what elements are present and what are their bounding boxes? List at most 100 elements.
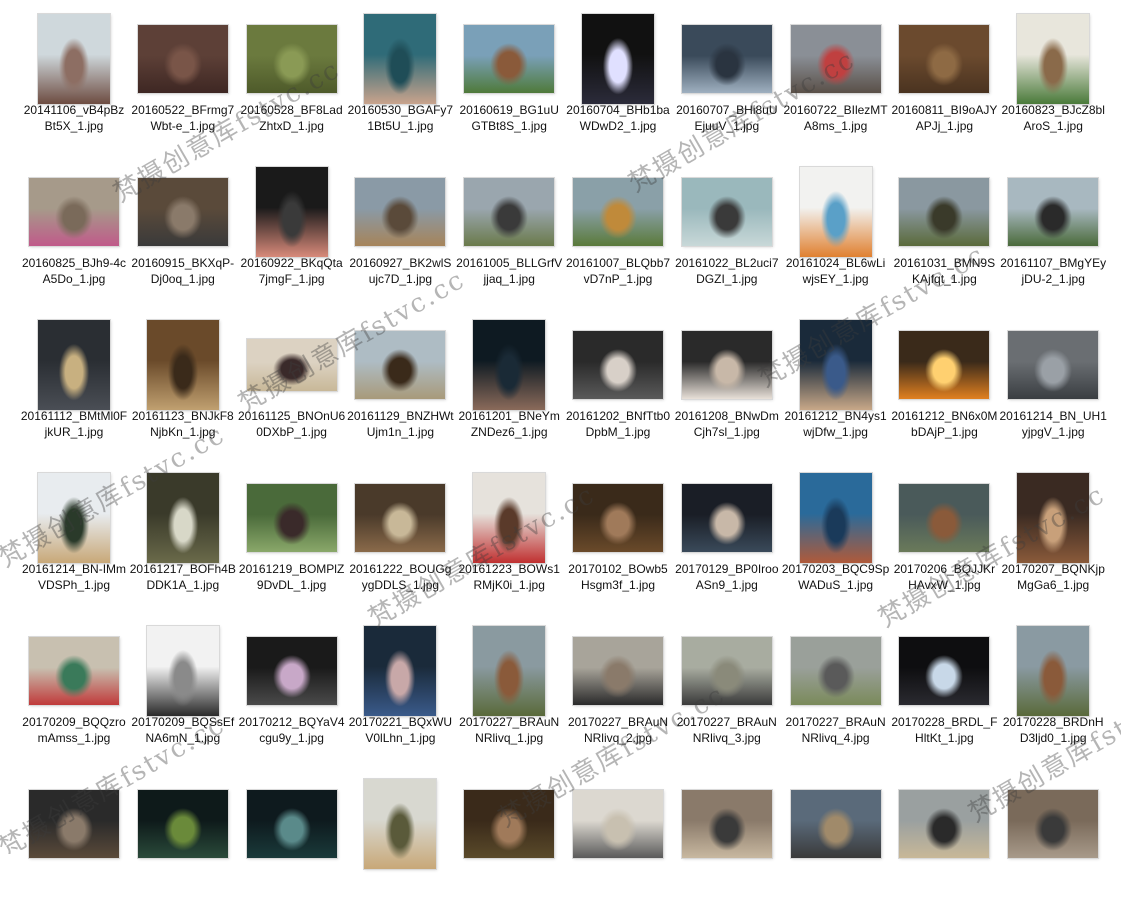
file-tile[interactable]: 20170228_BRDL_FHltKt_1.jpg	[890, 616, 998, 766]
file-tile[interactable]: 20170203_BQC9SpWADuS_1.jpg	[782, 463, 890, 613]
file-name-label[interactable]: 20170209_BQQzromAmss_1.jpg	[20, 714, 128, 746]
file-name-label[interactable]: 20170206_BQJJKrHAvxW_1.jpg	[890, 561, 998, 593]
file-tile[interactable]: 20161125_BNOnU60DXbP_1.jpg	[238, 310, 346, 460]
file-name-label[interactable]: 20160811_BI9oAJYAPJj_1.jpg	[890, 102, 998, 134]
image-thumbnail[interactable]	[146, 320, 219, 410]
file-tile[interactable]: 20161007_BLQbb7vD7nP_1.jpg	[564, 157, 672, 307]
image-thumbnail[interactable]	[790, 637, 881, 705]
file-name-label[interactable]: 20161217_BOFh4BDDK1A_1.jpg	[129, 561, 237, 593]
file-tile[interactable]: 20161214_BN_UH1yjpgV_1.jpg	[999, 310, 1107, 460]
image-thumbnail[interactable]	[681, 25, 772, 93]
image-thumbnail[interactable]	[473, 320, 546, 410]
image-thumbnail[interactable]	[29, 790, 119, 858]
file-name-label[interactable]: 20160915_BKXqP-Dj0oq_1.jpg	[129, 255, 237, 287]
file-name-label[interactable]: 20161219_BOMPlZ9DvDL_1.jpg	[238, 561, 346, 593]
file-name-label[interactable]: 20161022_BL2uci7DGZI_1.jpg	[673, 255, 781, 287]
file-tile[interactable]: 20161212_BN6x0MbDAjP_1.jpg	[890, 310, 998, 460]
image-thumbnail[interactable]	[899, 790, 990, 858]
file-tile[interactable]: 20160825_BJh9-4cA5Do_1.jpg	[20, 157, 128, 307]
file-tile[interactable]: 20161202_BNfTtb0DpbM_1.jpg	[564, 310, 672, 460]
image-thumbnail[interactable]	[364, 626, 437, 716]
image-thumbnail[interactable]	[364, 779, 437, 869]
image-thumbnail[interactable]	[364, 14, 437, 104]
file-tile[interactable]: 20161112_BMtMl0FjkUR_1.jpg	[20, 310, 128, 460]
file-name-label[interactable]: 20160922_BKqQta7jmgF_1.jpg	[238, 255, 346, 287]
file-tile[interactable]: 20161123_BNJkF8NjbKn_1.jpg	[129, 310, 237, 460]
image-thumbnail[interactable]	[1008, 331, 1099, 399]
file-tile[interactable]	[238, 769, 346, 919]
file-tile[interactable]: 20170206_BQJJKrHAvxW_1.jpg	[890, 463, 998, 613]
image-thumbnail[interactable]	[137, 25, 228, 93]
image-thumbnail[interactable]	[573, 331, 663, 399]
image-thumbnail[interactable]	[29, 637, 119, 705]
image-thumbnail[interactable]	[573, 790, 663, 858]
image-thumbnail[interactable]	[255, 167, 328, 257]
file-tile[interactable]: 20170227_BRAuNNRlivq_4.jpg	[782, 616, 890, 766]
image-thumbnail[interactable]	[799, 473, 872, 563]
image-thumbnail[interactable]	[573, 178, 663, 246]
file-name-label[interactable]: 20161005_BLLGrfVjjaq_1.jpg	[455, 255, 563, 287]
image-thumbnail[interactable]	[246, 484, 337, 552]
file-name-label[interactable]: 20161208_BNwDmCjh7sl_1.jpg	[673, 408, 781, 440]
file-tile[interactable]: 20170221_BQxWUV0lLhn_1.jpg	[346, 616, 454, 766]
file-tile[interactable]	[890, 769, 998, 919]
image-thumbnail[interactable]	[464, 178, 555, 246]
file-tile[interactable]	[346, 769, 454, 919]
file-tile[interactable]: 20161005_BLLGrfVjjaq_1.jpg	[455, 157, 563, 307]
image-thumbnail[interactable]	[355, 331, 446, 399]
file-name-label[interactable]: 20161214_BN-IMmVDSPh_1.jpg	[20, 561, 128, 593]
image-thumbnail[interactable]	[899, 484, 990, 552]
file-tile[interactable]: 20170207_BQNKjpMgGa6_1.jpg	[999, 463, 1107, 613]
image-thumbnail[interactable]	[29, 178, 119, 246]
file-tile[interactable]: 20160704_BHb1baWDwD2_1.jpg	[564, 4, 672, 154]
file-tile[interactable]: 20161022_BL2uci7DGZI_1.jpg	[673, 157, 781, 307]
file-tile[interactable]: 20160522_BFrmg7Wbt-e_1.jpg	[129, 4, 237, 154]
file-name-label[interactable]: 20170228_BRDL_FHltKt_1.jpg	[890, 714, 998, 746]
file-name-label[interactable]: 20170102_BOwb5Hsgm3f_1.jpg	[564, 561, 672, 593]
image-thumbnail[interactable]	[681, 637, 772, 705]
image-thumbnail[interactable]	[38, 320, 110, 410]
file-name-label[interactable]: 20161202_BNfTtb0DpbM_1.jpg	[564, 408, 672, 440]
file-tile[interactable]: 20161208_BNwDmCjh7sl_1.jpg	[673, 310, 781, 460]
file-name-label[interactable]: 20170227_BRAuNNRlivq_1.jpg	[455, 714, 563, 746]
file-tile[interactable]: 20161217_BOFh4BDDK1A_1.jpg	[129, 463, 237, 613]
file-name-label[interactable]: 20160927_BK2wlSujc7D_1.jpg	[346, 255, 454, 287]
file-tile[interactable]: 20161222_BOUGgygDDLS_1.jpg	[346, 463, 454, 613]
file-tile[interactable]: 20160707_BHi8uUEjuuV_1.jpg	[673, 4, 781, 154]
image-thumbnail[interactable]	[246, 339, 337, 391]
file-name-label[interactable]: 20170221_BQxWUV0lLhn_1.jpg	[346, 714, 454, 746]
file-name-label[interactable]: 20161223_BOWs1RMjK0i_1.jpg	[455, 561, 563, 593]
image-thumbnail[interactable]	[582, 14, 654, 104]
image-thumbnail[interactable]	[899, 331, 990, 399]
file-name-label[interactable]: 20170209_BQSsEfNA6mN_1.jpg	[129, 714, 237, 746]
file-name-label[interactable]: 20161222_BOUGgygDDLS_1.jpg	[346, 561, 454, 593]
file-name-label[interactable]: 20161125_BNOnU60DXbP_1.jpg	[238, 408, 346, 440]
image-thumbnail[interactable]	[573, 637, 663, 705]
file-tile[interactable]: 20170227_BRAuNNRlivq_3.jpg	[673, 616, 781, 766]
image-thumbnail[interactable]	[1008, 178, 1099, 246]
file-tile[interactable]: 20161212_BN4ys1wjDfw_1.jpg	[782, 310, 890, 460]
file-tile[interactable]: 20161223_BOWs1RMjK0i_1.jpg	[455, 463, 563, 613]
image-thumbnail[interactable]	[137, 790, 228, 858]
file-tile[interactable]	[564, 769, 672, 919]
image-thumbnail[interactable]	[246, 637, 337, 705]
file-name-label[interactable]: 20170227_BRAuNNRlivq_3.jpg	[673, 714, 781, 746]
file-tile[interactable]: 20160530_BGAFy71Bt5U_1.jpg	[346, 4, 454, 154]
file-tile[interactable]: 20160619_BG1uUGTBt8S_1.jpg	[455, 4, 563, 154]
file-tile[interactable]: 20170209_BQSsEfNA6mN_1.jpg	[129, 616, 237, 766]
file-tile[interactable]	[129, 769, 237, 919]
image-thumbnail[interactable]	[799, 167, 872, 257]
image-thumbnail[interactable]	[681, 484, 772, 552]
image-thumbnail[interactable]	[464, 25, 555, 93]
image-thumbnail[interactable]	[355, 484, 446, 552]
file-name-label[interactable]: 20170227_BRAuNNRlivq_2.jpg	[564, 714, 672, 746]
file-name-label[interactable]: 20170228_BRDnHD3ljd0_1.jpg	[999, 714, 1107, 746]
image-thumbnail[interactable]	[681, 790, 772, 858]
file-tile[interactable]: 20170209_BQQzromAmss_1.jpg	[20, 616, 128, 766]
file-name-label[interactable]: 20170203_BQC9SpWADuS_1.jpg	[782, 561, 890, 593]
image-thumbnail[interactable]	[790, 25, 881, 93]
image-thumbnail[interactable]	[899, 25, 990, 93]
image-thumbnail[interactable]	[1008, 790, 1099, 858]
image-thumbnail[interactable]	[246, 790, 337, 858]
file-tile[interactable]: 20170227_BRAuNNRlivq_2.jpg	[564, 616, 672, 766]
